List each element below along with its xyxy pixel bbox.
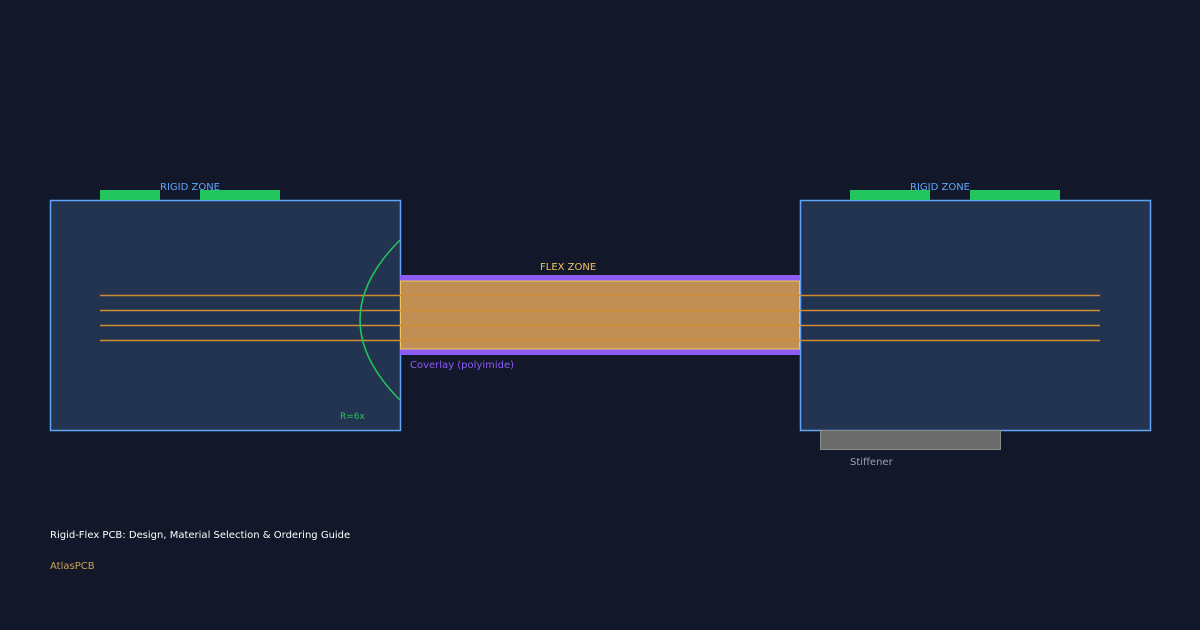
- left-component-pad-1: [100, 190, 160, 200]
- coverlay-bottom: [400, 349, 800, 355]
- brand-name: AtlasPCB: [50, 561, 95, 572]
- coverlay-top: [400, 275, 800, 281]
- stiffener: [820, 430, 1001, 450]
- left-rigid-zone-label: RIGID ZONE: [160, 182, 220, 193]
- right-rigid-board: [799, 199, 1152, 432]
- right-component-pad-2: [970, 190, 1060, 200]
- bend-radius-label: R=6x: [340, 412, 366, 422]
- flex-core: [400, 280, 800, 350]
- flex-zone-label: FLEX ZONE: [540, 262, 596, 273]
- left-rigid-board: [49, 199, 402, 432]
- page-title: Rigid-Flex PCB: Design, Material Selecti…: [50, 530, 351, 541]
- right-rigid-zone-label: RIGID ZONE: [910, 182, 970, 193]
- stiffener-label: Stiffener: [850, 457, 894, 468]
- coverlay-label: Coverlay (polyimide): [410, 360, 514, 371]
